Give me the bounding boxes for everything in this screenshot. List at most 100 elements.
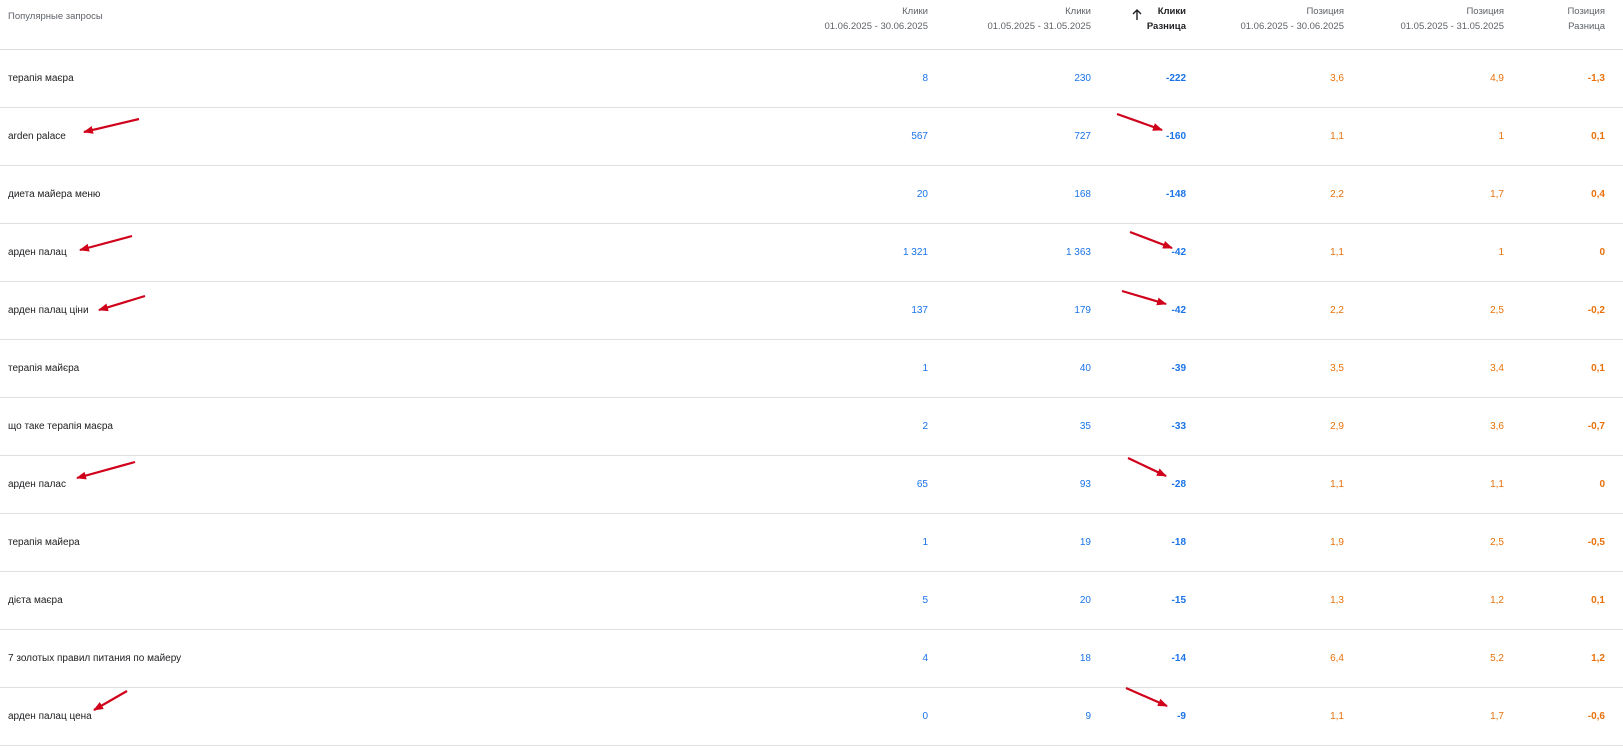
position-diff: 0 (1599, 247, 1605, 258)
query-text: 7 золотых правил питания по майеру (8, 653, 182, 664)
clicks-diff: -42 (1171, 247, 1186, 258)
position-june: 1,9 (1330, 537, 1344, 548)
position-may: 1,7 (1490, 189, 1504, 200)
clicks-diff: -39 (1171, 363, 1186, 374)
position-june: 6,4 (1330, 653, 1344, 664)
position-may: 1,1 (1490, 479, 1504, 490)
clicks-may: 9 (1085, 711, 1091, 722)
table-row[interactable]: арден палас 65 93 -28 1,1 1,1 0 (0, 456, 1623, 514)
clicks-june: 5 (922, 595, 928, 606)
table-row[interactable]: арден палац 1 321 1 363 -42 1,1 1 0 (0, 224, 1623, 282)
position-june: 1,1 (1330, 479, 1344, 490)
table-header: Популярные запросы Клики 01.06.2025 - 30… (0, 0, 1623, 50)
table-row[interactable]: терапія майера 1 19 -18 1,9 2,5 -0,5 (0, 514, 1623, 572)
table-row[interactable]: терапія маєра 8 230 -222 3,6 4,9 -1,3 (0, 50, 1623, 108)
header-position-diff[interactable]: Позиция Разница (1567, 4, 1605, 34)
header-position-june[interactable]: Позиция 01.06.2025 - 30.06.2025 (1240, 4, 1344, 34)
clicks-june: 1 (922, 363, 928, 374)
position-may: 2,5 (1490, 305, 1504, 316)
table-row[interactable]: arden palace 567 727 -160 1,1 1 0,1 (0, 108, 1623, 166)
clicks-june: 65 (916, 479, 928, 490)
table-row[interactable]: арден палац ціни 137 179 -42 2,2 2,5 -0,… (0, 282, 1623, 340)
query-text: що таке терапія маєра (8, 421, 113, 432)
clicks-diff: -18 (1171, 537, 1186, 548)
clicks-may: 179 (1074, 305, 1091, 316)
clicks-diff: -14 (1171, 653, 1186, 664)
header-position-may[interactable]: Позиция 01.05.2025 - 31.05.2025 (1400, 4, 1504, 34)
position-may: 3,4 (1490, 363, 1504, 374)
clicks-may: 18 (1079, 653, 1091, 664)
position-june: 3,6 (1330, 73, 1344, 84)
position-diff: 0 (1599, 479, 1605, 490)
position-june: 1,1 (1330, 131, 1344, 142)
clicks-may: 19 (1079, 537, 1091, 548)
clicks-june: 1 321 (902, 247, 928, 258)
clicks-may: 93 (1079, 479, 1091, 490)
position-may: 1 (1498, 247, 1504, 258)
position-diff: 1,2 (1591, 653, 1605, 664)
clicks-diff: -33 (1171, 421, 1186, 432)
header-clicks-june[interactable]: Клики 01.06.2025 - 30.06.2025 (824, 4, 928, 34)
position-diff: -0,2 (1587, 305, 1605, 316)
position-may: 4,9 (1490, 73, 1504, 84)
clicks-diff: -148 (1165, 189, 1186, 200)
position-may: 2,5 (1490, 537, 1504, 548)
position-diff: -1,3 (1587, 73, 1605, 84)
position-diff: 0,1 (1591, 363, 1605, 374)
position-may: 1,2 (1490, 595, 1504, 606)
position-diff: 0,4 (1591, 189, 1605, 200)
position-june: 2,2 (1330, 305, 1344, 316)
position-may: 5,2 (1490, 653, 1504, 664)
position-june: 3,5 (1330, 363, 1344, 374)
header-clicks-diff[interactable]: Клики Разница (1132, 4, 1186, 34)
clicks-june: 8 (922, 73, 928, 84)
position-diff: 0,1 (1591, 595, 1605, 606)
table-row[interactable]: що таке терапія маєра 2 35 -33 2,9 3,6 -… (0, 398, 1623, 456)
clicks-diff: -42 (1171, 305, 1186, 316)
query-text: арден палац (8, 247, 67, 258)
header-clicks-may[interactable]: Клики 01.05.2025 - 31.05.2025 (987, 4, 1091, 34)
clicks-may: 230 (1074, 73, 1091, 84)
clicks-diff: -222 (1165, 73, 1186, 84)
query-text: arden palace (8, 131, 66, 142)
clicks-diff: -9 (1177, 711, 1186, 722)
position-june: 2,9 (1330, 421, 1344, 432)
clicks-may: 727 (1074, 131, 1091, 142)
position-diff: -0,5 (1587, 537, 1605, 548)
position-june: 1,1 (1330, 247, 1344, 258)
query-text: арден палац цена (8, 711, 92, 722)
clicks-june: 0 (922, 711, 928, 722)
position-june: 1,3 (1330, 595, 1344, 606)
clicks-may: 1 363 (1065, 247, 1091, 258)
table-row[interactable]: 7 золотых правил питания по майеру 4 18 … (0, 630, 1623, 688)
query-text: арден палас (8, 479, 66, 490)
position-diff: 0,1 (1591, 131, 1605, 142)
clicks-diff: -28 (1171, 479, 1186, 490)
query-text: терапія маєра (8, 73, 74, 84)
header-queries[interactable]: Популярные запросы (8, 11, 103, 22)
position-june: 2,2 (1330, 189, 1344, 200)
position-diff: -0,6 (1587, 711, 1605, 722)
position-may: 1 (1498, 131, 1504, 142)
table-row[interactable]: дієта маєра 5 20 -15 1,3 1,2 0,1 (0, 572, 1623, 630)
arrow-up-icon (1132, 9, 1142, 20)
clicks-june: 20 (916, 189, 928, 200)
clicks-june: 2 (922, 421, 928, 432)
position-diff: -0,7 (1587, 421, 1605, 432)
table-row[interactable]: диета майера меню 20 168 -148 2,2 1,7 0,… (0, 166, 1623, 224)
clicks-may: 35 (1079, 421, 1091, 432)
position-may: 3,6 (1490, 421, 1504, 432)
query-text: диета майера меню (8, 189, 101, 200)
table-row[interactable]: терапія майєра 1 40 -39 3,5 3,4 0,1 (0, 340, 1623, 398)
clicks-may: 168 (1074, 189, 1091, 200)
query-text: дієта маєра (8, 595, 63, 606)
query-text: арден палац ціни (8, 305, 89, 316)
position-june: 1,1 (1330, 711, 1344, 722)
table-row[interactable]: арден палац цена 0 9 -9 1,1 1,7 -0,6 (0, 688, 1623, 746)
query-text: терапія майєра (8, 363, 80, 374)
clicks-may: 40 (1079, 363, 1091, 374)
clicks-diff: -160 (1165, 131, 1186, 142)
position-may: 1,7 (1490, 711, 1504, 722)
clicks-june: 567 (911, 131, 928, 142)
clicks-june: 4 (922, 653, 928, 664)
